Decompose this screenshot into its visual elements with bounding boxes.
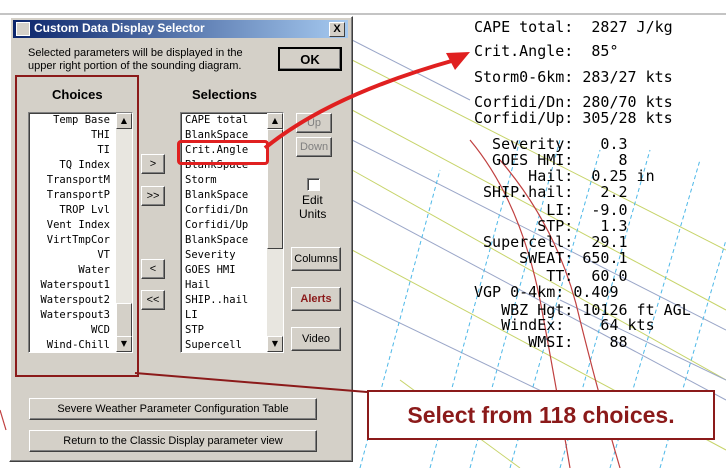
callout-banner: Select from 118 choices.: [367, 390, 715, 440]
